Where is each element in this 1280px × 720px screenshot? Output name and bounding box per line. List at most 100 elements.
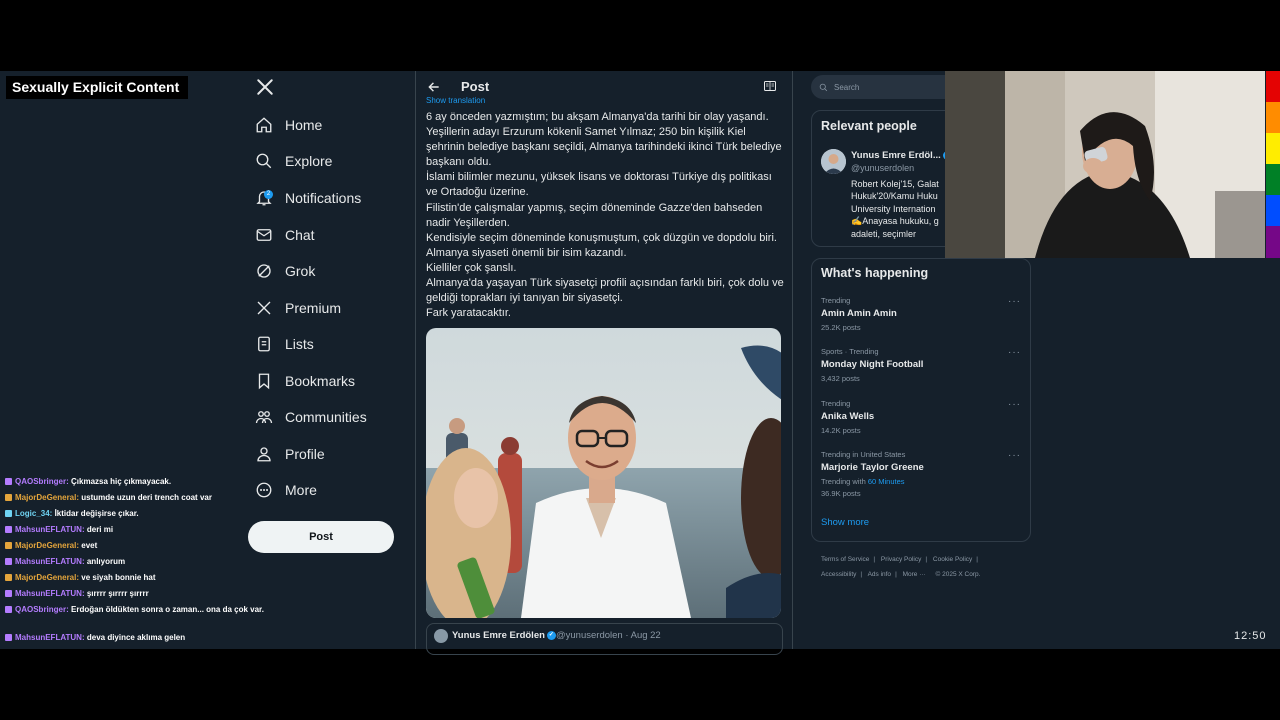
home-icon [256,117,272,133]
chat-username[interactable]: MajorDeGeneral: [15,541,79,550]
person-handle: @yunuserdolen [851,163,915,173]
chat-badge-icon [5,542,12,550]
footer-link[interactable]: Privacy Policy [881,556,921,563]
reader-mode-icon[interactable] [764,81,776,91]
chat-badge-icon [5,510,12,518]
more-options-icon[interactable]: ··· [1008,347,1021,358]
chat-message: Logic_34: İktidar değişirse çıkar. [5,508,285,524]
nav-lists[interactable]: Lists [255,332,314,356]
whats-happening-title: What's happening [821,266,929,280]
trend-trending-with-prefix: Trending with [821,477,868,486]
chat-username[interactable]: MahsunEFLATUN: [15,633,85,642]
nav-profile[interactable]: Profile [255,442,325,466]
nav-home[interactable]: Home [255,113,322,137]
x-logo-icon[interactable] [256,78,274,96]
rainbow-flag [1266,71,1280,258]
chat-message: MajorDeGeneral: ustumde uzun deri trench… [5,492,285,508]
chat-badge-icon [5,590,12,598]
search-icon [256,153,272,169]
show-more-link[interactable]: Show more [821,517,869,528]
tweet-paragraph: Almanya siyaseti önemli bir isim kazandı… [426,246,627,259]
nav-grok-label: Grok [285,263,316,279]
chat-username[interactable]: MahsunEFLATUN: [15,557,85,566]
more-options-icon[interactable]: ··· [1008,450,1021,461]
clock-display: 12:50 [1234,630,1267,642]
nav-communities-label: Communities [285,409,367,425]
trend-meta: Trending [821,399,851,408]
nav-communities[interactable]: Communities [255,405,367,429]
chat-username[interactable]: Logic_34: [15,509,52,518]
search-box[interactable] [811,75,961,99]
chat-username[interactable]: QAOSbringer: [15,605,69,614]
nav-notifications-label: Notifications [285,190,362,206]
list-icon [258,336,270,352]
more-options-icon[interactable]: ··· [1008,296,1021,307]
footer-link[interactable]: Ads info [868,571,892,578]
trend-meta: Trending in United States [821,450,906,459]
nav-grok[interactable]: Grok [255,259,315,283]
person-bio: Robert Kolej'15, Galat Hukuk'20/Kamu Huk… [851,178,946,240]
search-input[interactable] [832,81,946,93]
footer-link[interactable]: Cookie Policy [933,556,972,563]
tweet-paragraph: Filistin'de çalışmalar yapmış, seçim dön… [426,201,763,229]
verified-badge-icon: ✓ [546,630,556,640]
person-name[interactable]: Yunus Emre Erdöl...✓ [851,150,952,161]
webcam-overlay [945,71,1265,258]
chat-badge-icon [5,558,12,566]
tweet-paragraph: İslami bilimler mezunu, yüksek lisans ve… [426,171,772,199]
back-arrow-icon[interactable] [427,80,441,94]
trend-name: Marjorie Taylor Greene [821,462,924,473]
trend-name: Monday Night Football [821,359,924,370]
tweet-paragraph: Kendisiyle seçim döneminde konuşmuştum, … [426,231,777,244]
chat-username[interactable]: MahsunEFLATUN: [15,525,85,534]
bio-line: adaleti, seçimler [851,228,917,239]
more-options-icon[interactable]: ··· [1008,399,1021,410]
trend-name: Anika Wells [821,411,875,422]
nav-notifications[interactable]: 2 Notifications [255,186,361,210]
chat-username[interactable]: MahsunEFLATUN: [15,589,85,598]
chat-username[interactable]: MajorDeGeneral: [15,573,79,582]
trend-item[interactable]: Sports · Trending Monday Night Football … [821,347,1021,385]
bio-line: Hukuk'20/Kamu Huku [851,191,938,202]
trend-trending-with: Trending with 60 Minutes [821,476,1021,488]
chat-username[interactable]: QAOSbringer: [15,477,69,486]
tweet-paragraph: Fark yaratacaktır. [426,307,511,320]
chat-badge-icon [5,634,12,642]
chat-text: evet [81,541,98,550]
trend-item[interactable]: Trending Anika Wells 14.2K posts ··· [821,399,1021,437]
notification-badge: 2 [264,190,273,199]
chat-message: MahsunEFLATUN: şırrrr şırrrr şırrrr [5,588,285,604]
trend-related-link[interactable]: 60 Minutes [868,477,905,486]
nav-profile-label: Profile [285,446,325,462]
mail-icon [256,229,272,241]
bookmark-icon [258,373,270,390]
nav-explore[interactable]: Explore [255,149,332,173]
trend-count: 36.9K posts [821,489,861,498]
footer-row: Accessibility | Ads info | More ··· © 2025… [821,571,981,578]
avatar[interactable] [821,149,846,174]
page-title: Post [461,79,490,94]
footer-link[interactable]: Accessibility [821,571,856,578]
nav-more-label: More [285,482,317,498]
footer-link[interactable]: Terms of Service [821,556,869,563]
chat-badge-icon [5,494,12,502]
copyright: © 2025 X Corp. [935,571,981,578]
trend-item[interactable]: Trending in United States Marjorie Taylo… [821,450,1021,500]
trend-item[interactable]: Trending Amin Amin Amin 25.2K posts ··· [821,296,1021,334]
chat-username[interactable]: MajorDeGeneral: [15,493,79,502]
nav-bookmarks[interactable]: Bookmarks [255,369,355,393]
tweet-photo[interactable] [426,328,781,618]
trend-count: 14.2K posts [821,426,861,435]
tweet-paragraph: 6 ay önceden yazmıştım; bu akşam Almanya… [426,111,769,123]
footer-link[interactable]: More ··· [903,571,926,578]
chat-message: MahsunEFLATUN: deri mi [5,524,285,540]
footer-links: Terms of Service | Privacy Policy | Cookie… [821,552,1021,582]
show-translation-link[interactable]: Show translation [426,96,485,104]
relevant-people-title: Relevant people [821,119,917,133]
nav-premium[interactable]: Premium [255,296,341,320]
profile-icon [257,447,271,462]
bio-line: Robert Kolej'15, Galat [851,179,939,189]
nav-chat[interactable]: Chat [255,223,315,247]
grok-icon [257,264,271,278]
search-icon [819,83,828,91]
